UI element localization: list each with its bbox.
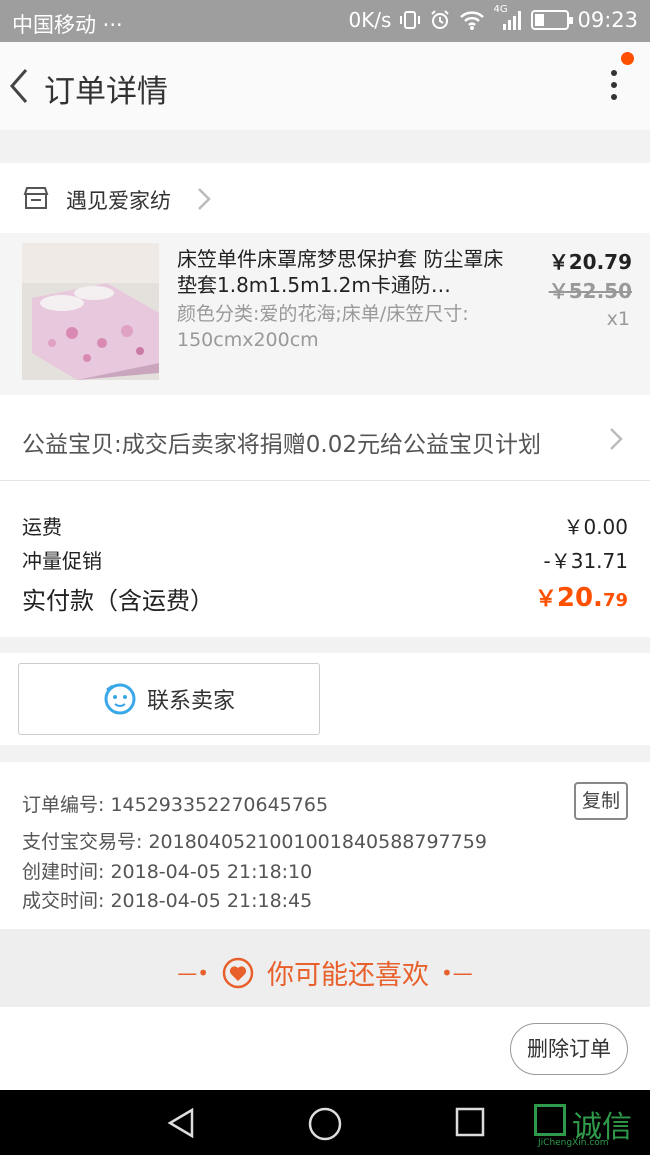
alarm-icon: [431, 10, 450, 29]
created-time: 创建时间: 2018-04-05 21:18:10: [22, 861, 313, 883]
battery-icon: [531, 10, 574, 30]
clock: 09:23: [577, 8, 638, 32]
shipping-value: ￥0.00: [563, 515, 628, 539]
completed-time: 成交时间: 2018-04-05 21:18:45: [22, 890, 313, 912]
recommendations-header: —• 你可能还喜欢 •—: [0, 929, 650, 1007]
app-header: 订单详情: [0, 42, 650, 130]
promo-row: 冲量促销 -￥31.71: [22, 545, 628, 574]
bottom-action-bar: 删除订单: [0, 1007, 650, 1090]
status-bar: 中国移动 ··· 0K/s 4G 09:23: [0, 0, 650, 42]
page-title: 订单详情: [44, 74, 168, 110]
heart-icon: [222, 957, 254, 988]
order-number: 订单编号: 145293352270645765: [22, 794, 329, 816]
paid-currency: ￥: [534, 587, 557, 612]
network-type: 4G: [493, 4, 508, 15]
nav-recents-icon[interactable]: [454, 1106, 486, 1138]
signal-icon: 4G: [493, 4, 523, 32]
alipay-number: 支付宝交易号: 2018040521001001840588797759: [22, 831, 487, 853]
more-vertical-icon[interactable]: [604, 64, 624, 108]
network-speed: 0K/s: [348, 8, 392, 32]
chat-face-icon: [104, 683, 136, 715]
charity-text: 公益宝贝:成交后卖家将捐赠0.02元给公益宝贝计划: [22, 432, 541, 458]
order-info: 订单编号: 145293352270645765 复制 支付宝交易号: 2018…: [0, 762, 650, 929]
system-nav-bar: 诚信 JiChengXin.com: [0, 1090, 650, 1155]
order-item[interactable]: 床笠单件床罩席梦思保护套 防尘罩床垫套1.8m1.5m1.2m卡通防… 颜色分类…: [0, 233, 650, 395]
recommendations-title: 你可能还喜欢: [267, 960, 429, 991]
delete-order-button[interactable]: 删除订单: [510, 1023, 628, 1075]
notification-dot: [621, 52, 634, 65]
contact-seller-button[interactable]: 联系卖家: [18, 663, 320, 735]
right-deco: •—: [441, 960, 473, 985]
store-icon: [23, 187, 49, 209]
promo-label: 冲量促销: [22, 549, 102, 573]
product-title: 床笠单件床罩席梦思保护套 防尘罩床垫套1.8m1.5m1.2m卡通防…: [177, 247, 504, 297]
paid-row: 实付款（含运费） ￥20.79: [22, 581, 628, 616]
price-summary: 运费 ￥0.00 冲量促销 -￥31.71 实付款（含运费） ￥20.79: [0, 481, 650, 637]
charity-row[interactable]: 公益宝贝:成交后卖家将捐赠0.02元给公益宝贝计划: [0, 395, 650, 481]
paid-amount: ￥20.79: [535, 581, 628, 616]
chevron-left-icon[interactable]: [6, 64, 36, 108]
shipping-row: 运费 ￥0.00: [22, 511, 628, 540]
nav-home-icon[interactable]: [307, 1106, 343, 1142]
shop-name: 遇见爱家纺: [66, 189, 171, 213]
wifi-icon: [460, 11, 485, 30]
chevron-right-icon: [198, 188, 211, 210]
product-quantity: x1: [606, 308, 630, 330]
watermark-en: JiChengXin.com: [538, 1138, 609, 1148]
watermark-logo: 诚信 JiChengXin.com: [532, 1100, 644, 1150]
product-image[interactable]: [22, 243, 159, 380]
left-deco: —•: [177, 960, 209, 985]
carrier-label: 中国移动 ···: [12, 13, 123, 37]
contact-section: 联系卖家: [0, 653, 650, 745]
product-sku: 颜色分类:爱的花海;床单/床笠尺寸: 150cmx200cm: [177, 303, 469, 351]
product-price: ￥20.79: [548, 250, 632, 274]
copy-button[interactable]: 复制: [574, 782, 628, 820]
shop-row[interactable]: 遇见爱家纺: [0, 163, 650, 233]
promo-value: -￥31.71: [543, 549, 628, 573]
nav-back-icon[interactable]: [164, 1106, 198, 1140]
shipping-label: 运费: [22, 515, 62, 539]
product-original-price: ￥52.50: [548, 279, 632, 303]
contact-seller-label: 联系卖家: [146, 689, 235, 714]
paid-label: 实付款（含运费）: [22, 587, 214, 615]
vibrate-icon: [400, 11, 421, 29]
paid-int: 20.: [556, 583, 603, 613]
chevron-right-icon: [610, 428, 623, 450]
paid-decimal: 79: [602, 590, 628, 611]
